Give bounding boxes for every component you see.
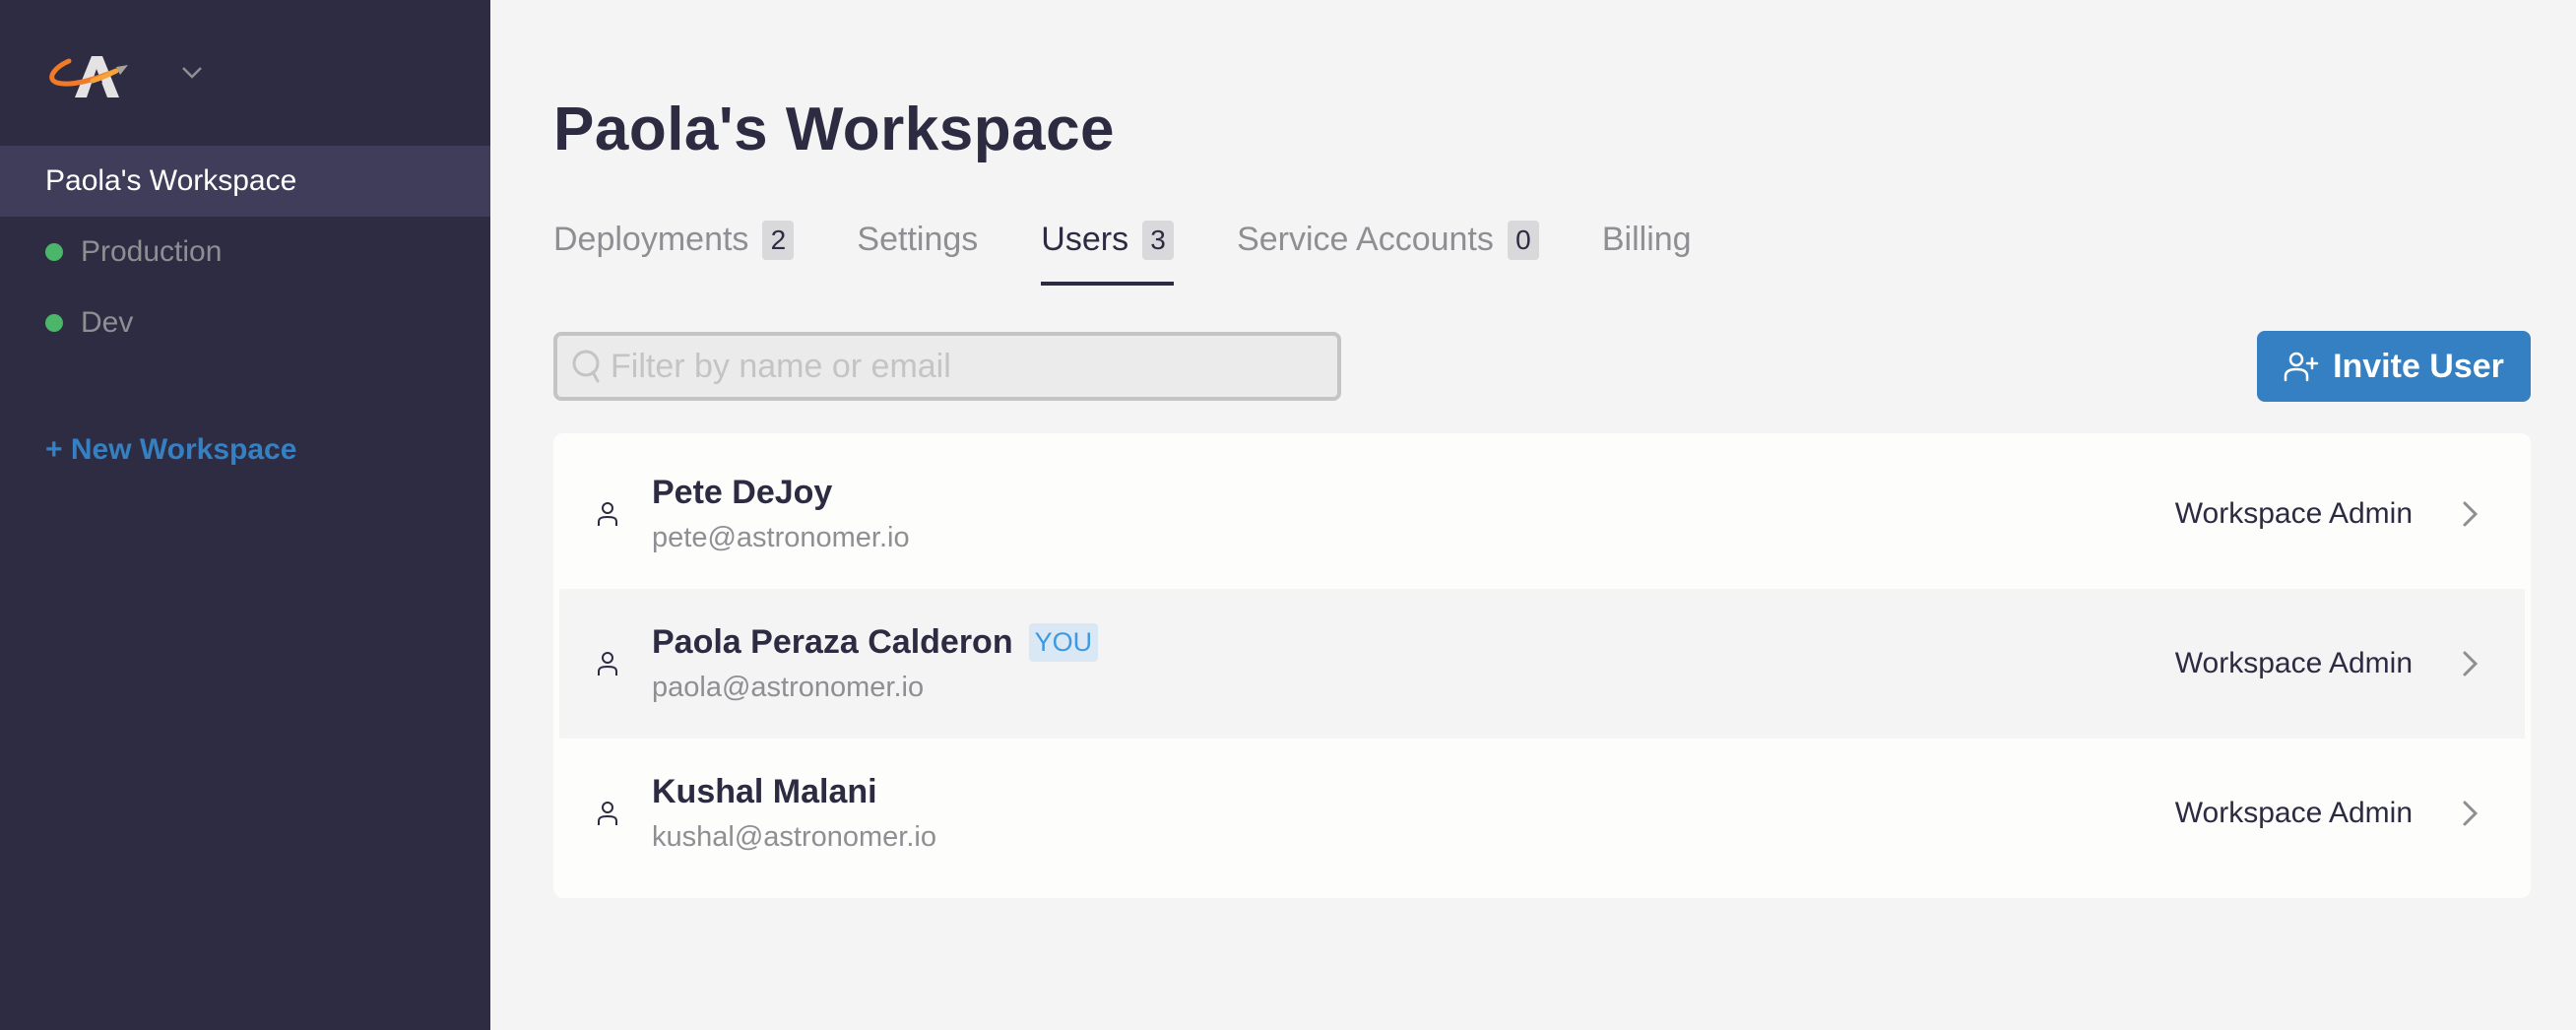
filter-search-box[interactable] [553,332,1341,401]
count-badge: 0 [1507,221,1539,260]
sidebar-workspace-label: Paola's Workspace [45,164,297,197]
sidebar-item-dev[interactable]: Dev [0,288,490,358]
invite-user-label: Invite User [2333,347,2504,385]
you-badge: YOU [1028,623,1099,662]
tab-users[interactable]: Users 3 [1041,219,1175,286]
sidebar-item-label: Production [81,235,223,268]
tab-settings[interactable]: Settings [857,219,978,286]
user-name: Kushal Malani [652,773,877,810]
user-email: paola@astronomer.io [652,672,925,703]
user-name: Pete DeJoy [652,474,833,511]
user-info: Pete DeJoy pete@astronomer.io [652,474,2175,554]
tab-label: Service Accounts [1237,221,1494,258]
tab-label: Deployments [553,221,749,258]
count-badge: 3 [1142,221,1175,260]
user-icon [598,502,617,526]
user-role: Workspace Admin [2174,797,2413,829]
status-dot-icon [45,243,63,261]
new-workspace-link[interactable]: + New Workspace [45,433,296,467]
user-name: Paola Peraza Calderon [652,623,1013,661]
sidebar-item-production[interactable]: Production [0,217,490,288]
user-info: Kushal Malani kushal@astronomer.io [652,773,2175,854]
user-row[interactable]: Paola Peraza Calderon YOU paola@astronom… [559,589,2525,739]
tab-service-accounts[interactable]: Service Accounts 0 [1237,219,1539,286]
user-email: pete@astronomer.io [652,522,910,553]
user-icon [598,652,617,676]
user-info: Paola Peraza Calderon YOU paola@astronom… [652,623,2175,704]
invite-user-button[interactable]: Invite User [2257,331,2531,402]
sidebar-item-label: Dev [81,306,134,339]
user-icon [598,802,617,825]
sidebar-item-workspace[interactable]: Paola's Workspace [0,146,490,217]
workspace-switcher-chevron-icon[interactable] [179,63,205,83]
chevron-right-icon[interactable] [2460,799,2481,828]
add-user-icon [2284,352,2319,382]
user-email: kushal@astronomer.io [652,821,936,853]
count-badge: 2 [762,221,795,260]
tab-billing[interactable]: Billing [1602,219,1692,286]
user-name-line: Kushal Malani [652,773,2175,811]
chevron-right-icon[interactable] [2460,499,2481,529]
search-icon [572,350,600,383]
tab-label: Users [1041,221,1129,258]
sidebar: Paola's Workspace Production Dev + New W… [0,0,490,1030]
user-role: Workspace Admin [2174,497,2413,530]
users-toolbar: Invite User [553,331,2531,402]
user-list: Pete DeJoy pete@astronomer.io Workspace … [553,433,2531,898]
chevron-right-icon[interactable] [2460,649,2481,678]
user-name-line: Paola Peraza Calderon YOU [652,623,2175,662]
tab-label: Settings [857,221,979,258]
user-row[interactable]: Kushal Malani kushal@astronomer.io Works… [559,739,2525,888]
astronomer-logo-icon[interactable] [45,43,144,102]
page-title: Paola's Workspace [553,96,1116,163]
tab-label: Billing [1601,221,1692,258]
brand-header [0,0,490,146]
filter-search-input[interactable] [611,347,1300,386]
user-role: Workspace Admin [2174,647,2413,679]
user-row[interactable]: Pete DeJoy pete@astronomer.io Workspace … [559,439,2525,589]
tab-bar: Deployments 2 Settings Users 3 Service A… [553,219,1692,286]
tab-deployments[interactable]: Deployments 2 [553,219,795,286]
main-content: Paola's Workspace Deployments 2 Settings… [490,0,2576,1030]
user-name-line: Pete DeJoy [652,474,2175,512]
status-dot-icon [45,314,63,332]
